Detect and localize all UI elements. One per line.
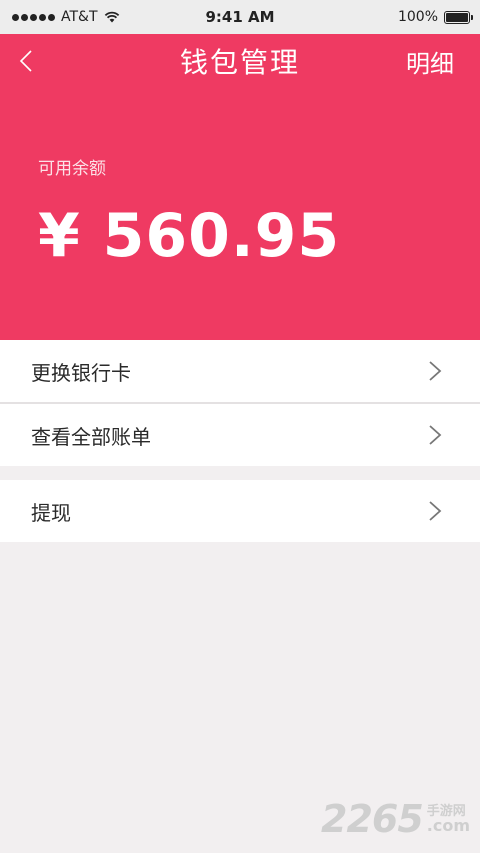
chevron-left-icon[interactable] [14,46,38,76]
change-bank-card-item[interactable]: 更换银行卡 [0,340,480,402]
status-bar: AT&T 9:41 AM 100% [0,0,480,34]
chevron-right-icon [429,361,442,381]
nav-bar: 钱包管理 明细 [0,34,480,88]
balance-amount: ¥ 560.95 [38,201,341,271]
balance-panel: 可用余额 ¥ 560.95 [0,88,480,340]
chevron-right-icon [429,425,442,445]
signal-icon [12,13,55,21]
view-all-bills-item[interactable]: 查看全部账单 [0,404,480,466]
battery-icon [444,10,473,24]
menu-item-label: 提现 [31,500,71,525]
watermark-side: 手游网 .com [427,805,470,834]
menu-item-label: 查看全部账单 [31,424,151,449]
detail-button[interactable]: 明细 [406,44,454,79]
menu-group-cards: 更换银行卡 查看全部账单 [0,340,480,466]
withdraw-item[interactable]: 提现 [0,480,480,542]
balance-label: 可用余额 [38,159,106,179]
battery-percent: 100% [397,9,438,25]
menu-group-withdraw: 提现 [0,480,480,542]
wifi-icon [104,11,119,23]
watermark-logo: 2265 手游网 .com [321,797,470,841]
menu-item-label: 更换银行卡 [31,360,131,385]
battery-fill [446,12,468,22]
chevron-right-icon [429,501,442,521]
carrier-label: AT&T [61,9,98,25]
watermark-suffix: .com [426,815,470,835]
status-left: AT&T [12,9,120,25]
status-right: 100% [397,9,473,25]
watermark-number: 2265 [321,797,424,841]
